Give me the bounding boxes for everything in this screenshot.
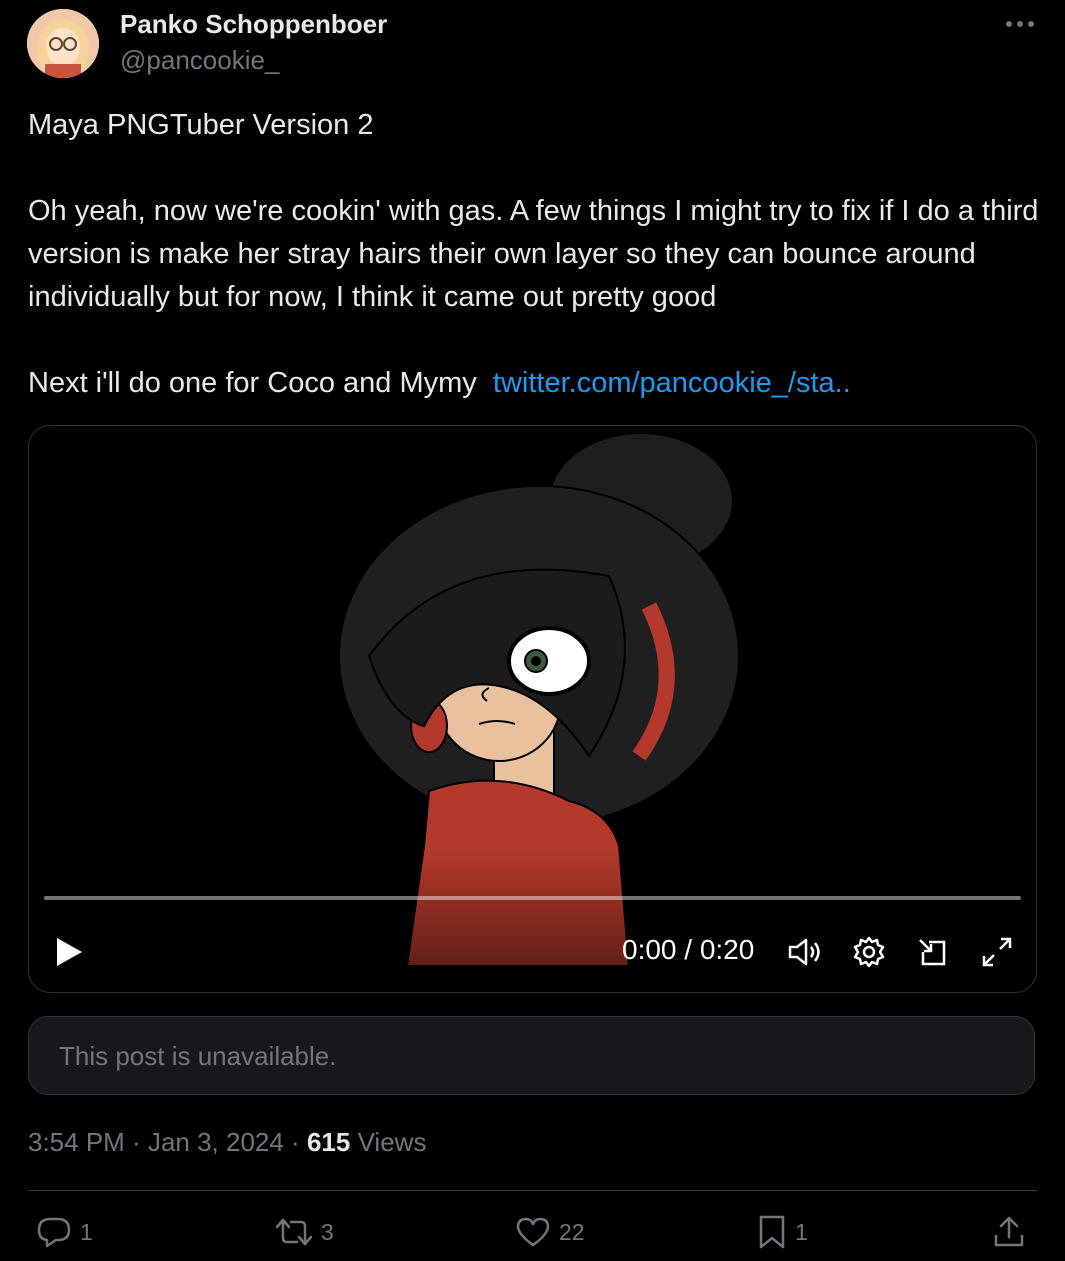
like-count: 22 [559, 1218, 585, 1245]
volume-icon[interactable] [785, 934, 825, 970]
tweet-date[interactable]: Jan 3, 2024 [148, 1127, 284, 1157]
tweet-time[interactable]: 3:54 PM [28, 1127, 125, 1157]
repost-icon [275, 1218, 313, 1246]
quoted-post-text: This post is unavailable. [59, 1041, 337, 1071]
like-button[interactable]: 22 [515, 1210, 585, 1254]
tweet-paragraph: Next i'll do one for Coco and Mymy [28, 367, 477, 399]
divider [28, 1190, 1037, 1191]
video-player[interactable]: 0:00 / 0:20 [28, 425, 1037, 993]
heart-icon [516, 1217, 550, 1247]
fullscreen-icon[interactable] [977, 934, 1017, 970]
bookmark-icon [759, 1215, 785, 1249]
reply-count: 1 [80, 1218, 93, 1245]
tweet-paragraph: Oh yeah, now we're cookin' with gas. A f… [28, 195, 1047, 313]
video-controls-shade [29, 852, 1036, 992]
share-icon [994, 1216, 1024, 1247]
quoted-post[interactable]: This post is unavailable. [28, 1016, 1035, 1095]
author-handle[interactable]: @pancookie_ [120, 45, 279, 76]
tweet-meta: 3:54 PM · Jan 3, 2024 · 615 Views [28, 1127, 427, 1157]
author-display-name[interactable]: Panko Schoppenboer [120, 9, 387, 40]
tweet-title: Maya PNGTuber Version 2 [28, 109, 374, 141]
tweet-link[interactable]: twitter.com/pancookie_/sta.. [493, 367, 851, 399]
views-label: Views [357, 1127, 427, 1157]
bookmark-count: 1 [795, 1218, 808, 1245]
share-button[interactable] [992, 1210, 1034, 1254]
settings-icon[interactable] [849, 934, 889, 970]
repost-button[interactable]: 3 [275, 1210, 334, 1254]
reply-icon [37, 1217, 71, 1248]
reply-button[interactable]: 1 [36, 1210, 93, 1254]
bookmark-button[interactable]: 1 [757, 1210, 808, 1254]
views-count: 615 [306, 1127, 351, 1157]
repost-count: 3 [321, 1218, 334, 1245]
video-time: 0:00 / 0:20 [622, 934, 755, 965]
play-icon[interactable] [51, 934, 87, 970]
tweet-text: Maya PNGTuber Version 2 Oh yeah, now we'… [28, 104, 1043, 405]
video-progress-bar[interactable] [44, 896, 1021, 900]
pip-icon[interactable] [913, 934, 953, 970]
author-avatar[interactable] [27, 9, 99, 78]
more-dots-icon[interactable] [1000, 8, 1040, 40]
